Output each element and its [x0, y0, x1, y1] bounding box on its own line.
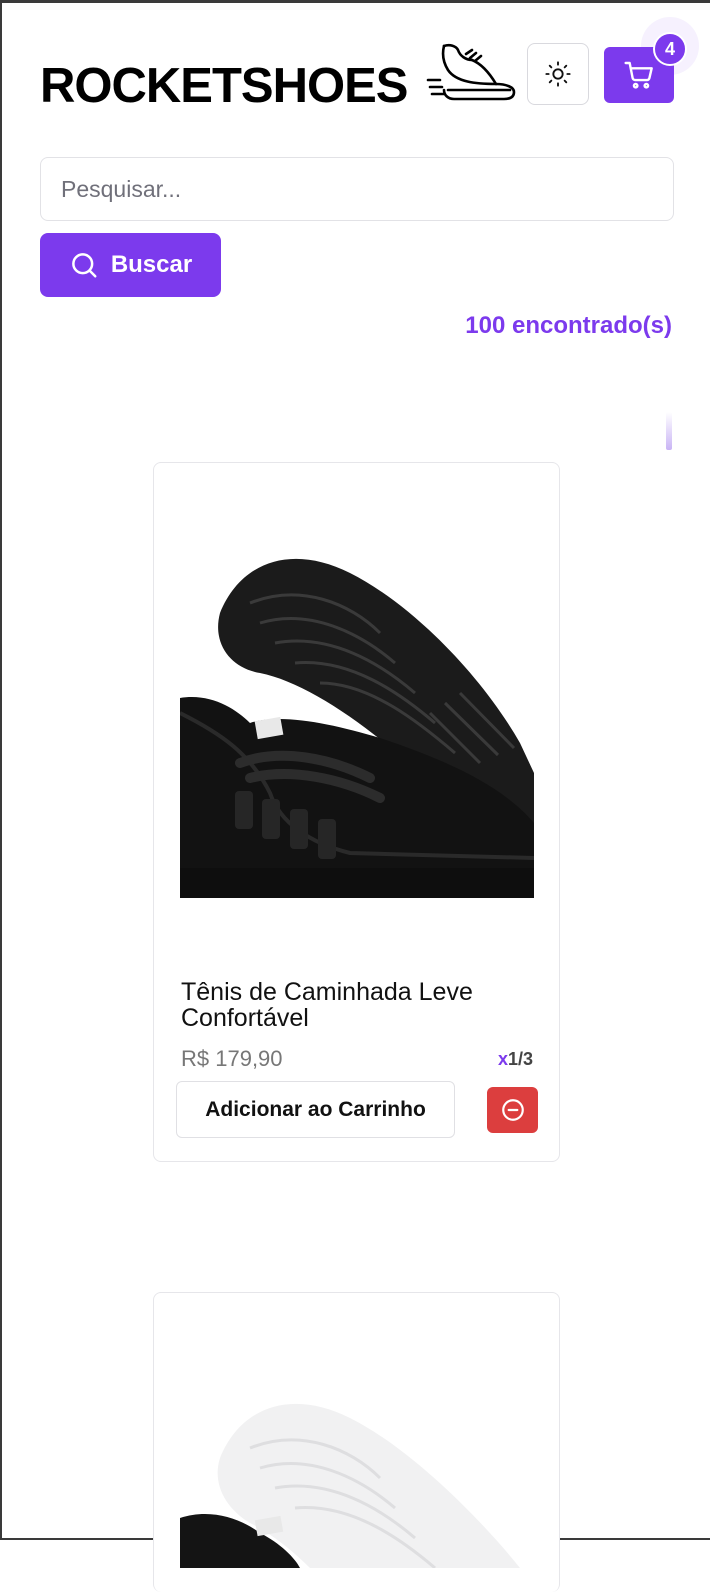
cart-count-badge: 4: [653, 32, 687, 66]
search-icon: [71, 253, 97, 278]
brand-logo-text[interactable]: ROCKETSHOES: [40, 58, 408, 114]
search-input[interactable]: [40, 157, 674, 221]
add-to-cart-button[interactable]: Adicionar ao Carrinho: [176, 1081, 455, 1138]
remove-from-cart-button[interactable]: [487, 1087, 538, 1133]
quantity-prefix: x: [497, 1049, 508, 1069]
sun-icon: [545, 61, 571, 87]
product-price: R$ 179,90: [181, 1046, 283, 1071]
theme-toggle-button[interactable]: [527, 43, 589, 105]
product-title[interactable]: Tênis de Caminhada Leve Confortável: [181, 979, 521, 1031]
product-card: [153, 1292, 560, 1592]
running-shoe-icon: [426, 43, 516, 101]
product-image-black-sneaker[interactable]: [180, 523, 534, 913]
results-count: 100 encontrado(s): [465, 312, 672, 339]
scroll-indicator[interactable]: [666, 412, 672, 450]
shopping-cart-icon: [624, 61, 653, 89]
cart-quantity-indicator: x1/3: [498, 1049, 533, 1070]
minus-circle-icon: [501, 1099, 524, 1121]
product-card: Tênis de Caminhada Leve Confortável R$ 1…: [153, 462, 560, 1162]
search-button[interactable]: Buscar: [40, 233, 221, 297]
product-image-white-sole-sneaker[interactable]: [180, 1368, 534, 1568]
search-button-label: Buscar: [110, 251, 193, 278]
quantity-value: 1/3: [507, 1049, 533, 1069]
